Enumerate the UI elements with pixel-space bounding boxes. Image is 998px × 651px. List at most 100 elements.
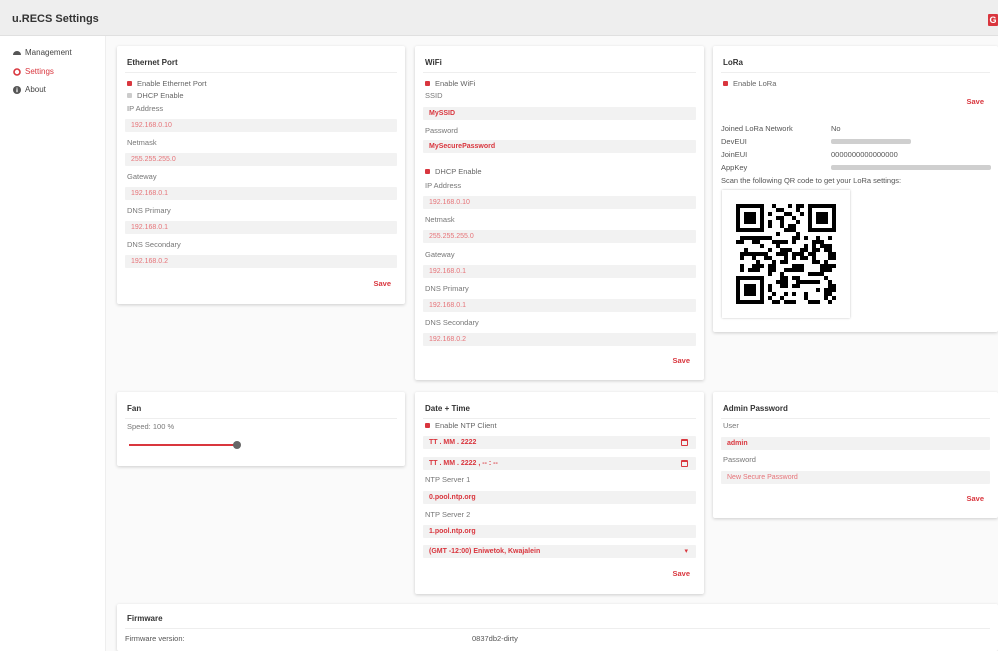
dns-secondary-input[interactable]: 192.168.0.2 (423, 333, 696, 346)
ip-input[interactable]: 192.168.0.10 (125, 119, 397, 132)
datetime-title: Date + Time (425, 404, 470, 413)
gateway-label: Gateway (127, 172, 157, 181)
ntp2-input[interactable]: 1.pool.ntp.org (423, 525, 696, 538)
gateway-input[interactable]: 192.168.0.1 (423, 265, 696, 278)
firmware-card: Firmware Firmware version: 0837db2-dirty (117, 604, 998, 651)
joined-network-value: No (831, 124, 841, 133)
admin-title: Admin Password (723, 404, 788, 413)
joineui-value: 0000000000000000 (831, 150, 898, 159)
logout-button[interactable]: G (988, 14, 998, 26)
checkbox-unchecked-icon (127, 93, 132, 98)
top-bar: u.RECS Settings G (0, 0, 998, 36)
ntp2-label: NTP Server 2 (425, 510, 471, 519)
wifi-password-input[interactable]: MySecurePassword (423, 140, 696, 153)
admin-save-button[interactable]: Save (966, 494, 984, 503)
deveui-label: DevEUI (721, 137, 747, 146)
speed-slider-thumb[interactable] (233, 441, 241, 449)
sidebar: Management Settings About (0, 36, 106, 651)
ethernet-save-button[interactable]: Save (373, 279, 391, 288)
appkey-label: AppKey (721, 163, 748, 172)
date-value: TT . MM . 2222 (429, 439, 477, 446)
sidebar-item-settings[interactable]: Settings (13, 67, 54, 76)
checkbox-checked-icon (723, 81, 728, 86)
dns-primary-input[interactable]: 192.168.0.1 (125, 221, 397, 234)
date-input[interactable]: TT . MM . 2222 (423, 436, 696, 449)
divider (423, 72, 696, 73)
checkbox-label: DHCP Enable (435, 167, 482, 176)
ip-label: IP Address (127, 104, 164, 113)
wifi-dhcp-checkbox[interactable]: DHCP Enable (425, 167, 482, 176)
checkbox-label: Enable Ethernet Port (137, 79, 207, 88)
wifi-title: WiFi (425, 58, 442, 67)
fan-title: Fan (127, 404, 142, 413)
dashboard-icon (13, 50, 21, 55)
firmware-version-label: Firmware version: (125, 634, 185, 643)
ntp1-input[interactable]: 0.pool.ntp.org (423, 491, 696, 504)
enable-ntp-checkbox[interactable]: Enable NTP Client (425, 421, 497, 430)
gateway-label: Gateway (425, 250, 455, 259)
app-title: u.RECS Settings (12, 13, 99, 25)
joineui-label: JoinEUI (721, 150, 748, 159)
datetime-save-button[interactable]: Save (672, 569, 690, 578)
dns-secondary-label: DNS Secondary (425, 318, 479, 327)
info-icon (13, 85, 21, 94)
checkbox-checked-icon (425, 81, 430, 86)
dns-primary-input[interactable]: 192.168.0.1 (423, 299, 696, 312)
timezone-select[interactable]: (GMT -12:00) Eniwetok, Kwajalein ▾ (423, 545, 696, 558)
ethernet-title: Ethernet Port (127, 58, 178, 67)
enable-wifi-checkbox[interactable]: Enable WiFi (425, 79, 475, 88)
checkbox-label: DHCP Enable (137, 91, 184, 100)
speed-text: Speed: (127, 422, 151, 431)
datetime-value: TT . MM . 2222 , -- : -- (429, 460, 498, 467)
lora-title: LoRa (723, 58, 743, 67)
qr-code-frame (722, 190, 850, 318)
ssid-input[interactable]: MySSID (423, 107, 696, 120)
checkbox-checked-icon (127, 81, 132, 86)
calendar-icon[interactable] (681, 439, 688, 446)
gear-icon (13, 67, 21, 76)
speed-value: 100 % (152, 422, 175, 431)
joined-network-label: Joined LoRa Network (721, 124, 793, 133)
dns-secondary-input[interactable]: 192.168.0.2 (125, 255, 397, 268)
enable-lora-checkbox[interactable]: Enable LoRa (723, 79, 776, 88)
sidebar-item-label: About (25, 85, 46, 94)
dns-secondary-label: DNS Secondary (127, 240, 181, 249)
netmask-input[interactable]: 255.255.255.0 (423, 230, 696, 243)
divider (125, 628, 990, 629)
sidebar-item-label: Settings (25, 67, 54, 76)
gateway-input[interactable]: 192.168.0.1 (125, 187, 397, 200)
admin-password-label: Password (723, 455, 756, 464)
datetime-input[interactable]: TT . MM . 2222 , -- : -- (423, 457, 696, 470)
netmask-label: Netmask (127, 138, 157, 147)
speed-label: Speed: 100 % (127, 422, 174, 431)
user-input[interactable]: admin (721, 437, 990, 450)
admin-password-card: Admin Password User admin Password New S… (713, 392, 998, 518)
admin-password-input[interactable]: New Secure Password (721, 471, 990, 484)
qr-code-icon (736, 204, 836, 304)
divider (721, 418, 990, 419)
ssid-label: SSID (425, 91, 443, 100)
dns-primary-label: DNS Primary (127, 206, 171, 215)
deveui-value-redacted (831, 139, 911, 144)
netmask-label: Netmask (425, 215, 455, 224)
calendar-icon[interactable] (681, 460, 688, 467)
divider (721, 72, 990, 73)
netmask-input[interactable]: 255.255.255.0 (125, 153, 397, 166)
checkbox-checked-icon (425, 169, 430, 174)
speed-slider-track[interactable] (129, 444, 237, 446)
appkey-value-redacted (831, 165, 991, 170)
chevron-down-icon: ▾ (684, 548, 688, 555)
fan-card: Fan Speed: 100 % (117, 392, 405, 466)
divider (125, 72, 397, 73)
wifi-password-label: Password (425, 126, 458, 135)
sidebar-item-about[interactable]: About (13, 85, 46, 94)
wifi-card: WiFi Enable WiFi SSID MySSID Password My… (415, 46, 704, 380)
sidebar-item-management[interactable]: Management (13, 48, 72, 57)
dhcp-enable-checkbox[interactable]: DHCP Enable (127, 91, 184, 100)
user-label: User (723, 421, 739, 430)
enable-ethernet-checkbox[interactable]: Enable Ethernet Port (127, 79, 207, 88)
wifi-save-button[interactable]: Save (672, 356, 690, 365)
checkbox-label: Enable LoRa (733, 79, 777, 88)
ip-input[interactable]: 192.168.0.10 (423, 196, 696, 209)
lora-save-button[interactable]: Save (966, 97, 984, 106)
